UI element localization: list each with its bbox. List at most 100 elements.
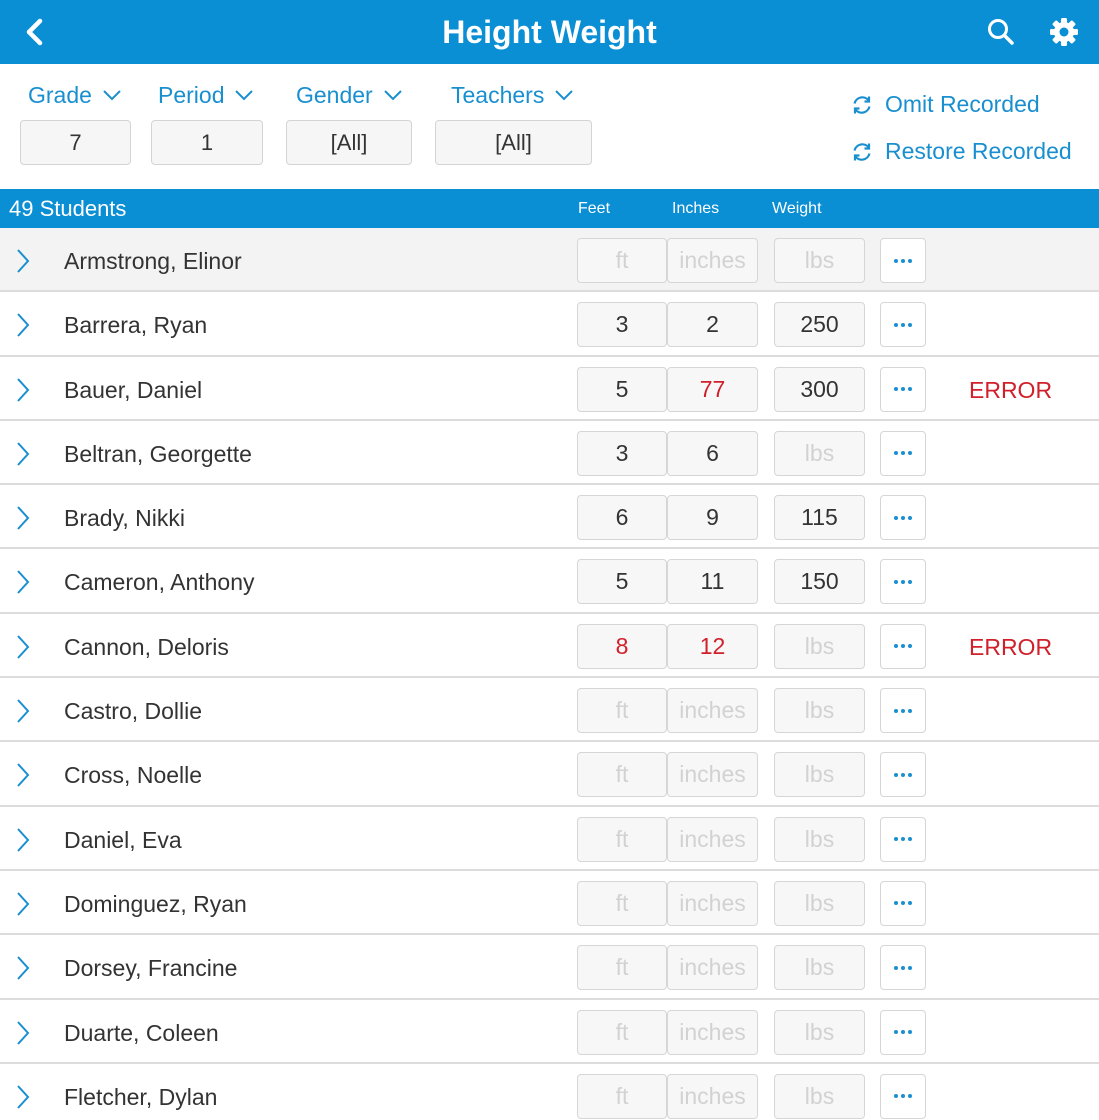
filter-gender-toggle[interactable]: Gender <box>296 80 403 110</box>
inches-input[interactable]: 77 <box>667 366 758 412</box>
chevron-right-icon[interactable] <box>14 311 32 339</box>
more-options-button[interactable] <box>880 495 926 541</box>
more-options-button[interactable] <box>880 1009 926 1055</box>
feet-input[interactable]: 8 <box>577 623 667 669</box>
weight-input[interactable]: 115 <box>774 495 865 541</box>
table-row[interactable]: Dorsey, Francine ft inches lbs <box>0 935 1099 1000</box>
restore-recorded-button[interactable]: Restore Recorded <box>850 138 1072 165</box>
inches-input[interactable]: 9 <box>667 495 758 541</box>
inches-input[interactable]: 6 <box>667 430 758 476</box>
filter-grade-toggle[interactable]: Grade <box>28 80 122 110</box>
chevron-right-icon[interactable] <box>14 826 32 854</box>
table-row[interactable]: Daniel, Eva ft inches lbs <box>0 806 1099 871</box>
omit-recorded-button[interactable]: Omit Recorded <box>850 91 1040 118</box>
filter-period-toggle[interactable]: Period <box>158 80 254 110</box>
table-row[interactable]: Dominguez, Ryan ft inches lbs <box>0 870 1099 936</box>
table-row[interactable]: Beltran, Georgette 3 6 lbs <box>0 420 1099 486</box>
feet-input[interactable]: 5 <box>577 559 667 605</box>
inches-input[interactable]: inches <box>667 238 758 283</box>
weight-input[interactable]: lbs <box>774 752 865 798</box>
weight-input[interactable]: lbs <box>774 880 865 926</box>
feet-input[interactable]: ft <box>577 1073 667 1119</box>
more-options-button[interactable] <box>880 688 926 734</box>
more-icon <box>894 515 912 520</box>
weight-input[interactable]: lbs <box>774 1009 865 1055</box>
inches-input[interactable]: inches <box>667 1073 758 1119</box>
gear-icon[interactable] <box>1048 16 1080 48</box>
more-options-button[interactable] <box>880 430 926 476</box>
table-row[interactable]: Fletcher, Dylan ft inches lbs <box>0 1063 1099 1120</box>
feet-input[interactable]: 5 <box>577 366 667 412</box>
chevron-right-icon[interactable] <box>14 504 32 532</box>
inches-input[interactable]: 12 <box>667 623 758 669</box>
table-row[interactable]: Cannon, Deloris 8 12 lbs ERROR <box>0 613 1099 679</box>
chevron-right-icon[interactable] <box>14 247 32 275</box>
weight-input[interactable]: 150 <box>774 559 865 605</box>
table-row[interactable]: Barrera, Ryan 3 2 250 <box>0 292 1099 357</box>
student-name: Bauer, Daniel <box>64 376 203 403</box>
table-row[interactable]: Castro, Dollie ft inches lbs <box>0 678 1099 743</box>
more-options-button[interactable] <box>880 623 926 669</box>
weight-input[interactable]: lbs <box>774 623 865 669</box>
more-options-button[interactable] <box>880 366 926 412</box>
table-row[interactable]: Armstrong, Elinor ft inches lbs <box>0 228 1099 293</box>
chevron-right-icon[interactable] <box>14 1019 32 1047</box>
inches-input[interactable]: inches <box>667 880 758 926</box>
more-options-button[interactable] <box>880 302 926 348</box>
inches-input[interactable]: inches <box>667 1009 758 1055</box>
chevron-right-icon[interactable] <box>14 697 32 725</box>
chevron-right-icon[interactable] <box>14 376 32 404</box>
chevron-right-icon[interactable] <box>14 1083 32 1111</box>
more-options-button[interactable] <box>880 945 926 991</box>
feet-input[interactable]: 3 <box>577 302 667 348</box>
chevron-right-icon[interactable] <box>14 761 32 789</box>
more-icon <box>894 1094 912 1099</box>
filter-teachers-select[interactable]: [All] <box>435 120 592 165</box>
chevron-right-icon[interactable] <box>14 568 32 596</box>
table-row[interactable]: Bauer, Daniel 5 77 300 ERROR <box>0 356 1099 421</box>
chevron-right-icon[interactable] <box>14 633 32 661</box>
feet-input[interactable]: ft <box>577 688 667 734</box>
feet-input[interactable]: 6 <box>577 495 667 541</box>
weight-input[interactable]: lbs <box>774 945 865 991</box>
weight-input[interactable]: lbs <box>774 238 865 283</box>
search-icon[interactable] <box>985 16 1017 48</box>
weight-input[interactable]: lbs <box>774 816 865 862</box>
weight-input[interactable]: 300 <box>774 366 865 412</box>
feet-input[interactable]: ft <box>577 816 667 862</box>
feet-input[interactable]: ft <box>577 752 667 798</box>
more-options-button[interactable] <box>880 1073 926 1119</box>
chevron-right-icon[interactable] <box>14 954 32 982</box>
more-icon <box>894 901 912 906</box>
more-options-button[interactable] <box>880 238 926 283</box>
chevron-right-icon[interactable] <box>14 440 32 468</box>
table-row[interactable]: Cameron, Anthony 5 11 150 <box>0 549 1099 614</box>
more-options-button[interactable] <box>880 559 926 605</box>
table-row[interactable]: Duarte, Coleen ft inches lbs <box>0 999 1099 1064</box>
inches-input[interactable]: inches <box>667 945 758 991</box>
more-options-button[interactable] <box>880 816 926 862</box>
chevron-right-icon[interactable] <box>14 890 32 918</box>
table-row[interactable]: Cross, Noelle ft inches lbs <box>0 742 1099 807</box>
feet-input[interactable]: 3 <box>577 430 667 476</box>
table-row[interactable]: Brady, Nikki 6 9 115 <box>0 485 1099 550</box>
inches-input[interactable]: 2 <box>667 302 758 348</box>
inches-input[interactable]: inches <box>667 816 758 862</box>
filter-grade-select[interactable]: 7 <box>20 120 131 165</box>
inches-input[interactable]: inches <box>667 688 758 734</box>
inches-input[interactable]: 11 <box>667 559 758 605</box>
weight-input[interactable]: lbs <box>774 1073 865 1119</box>
feet-input[interactable]: ft <box>577 880 667 926</box>
weight-input[interactable]: lbs <box>774 688 865 734</box>
feet-input[interactable]: ft <box>577 238 667 283</box>
weight-input[interactable]: lbs <box>774 430 865 476</box>
more-options-button[interactable] <box>880 752 926 798</box>
filter-gender-select[interactable]: [All] <box>286 120 412 165</box>
inches-input[interactable]: inches <box>667 752 758 798</box>
feet-input[interactable]: ft <box>577 945 667 991</box>
filter-period-select[interactable]: 1 <box>151 120 263 165</box>
filter-teachers-toggle[interactable]: Teachers <box>451 80 574 110</box>
feet-input[interactable]: ft <box>577 1009 667 1055</box>
weight-input[interactable]: 250 <box>774 302 865 348</box>
more-options-button[interactable] <box>880 880 926 926</box>
